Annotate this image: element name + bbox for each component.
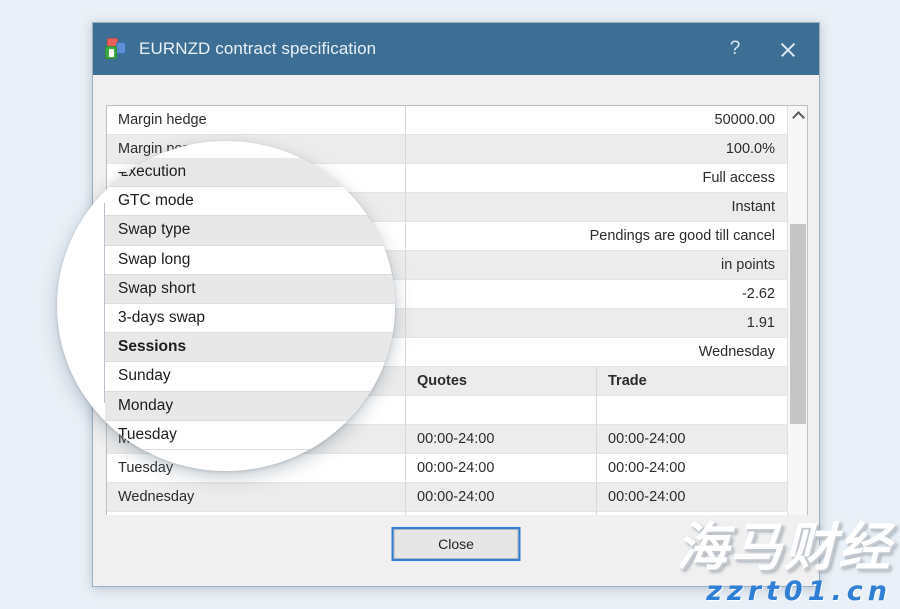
trade-col-header: Trade [608,373,647,389]
session-quotes: 00:00-24:00 [406,425,597,453]
scroll-up-icon[interactable] [788,106,807,126]
magnifier-lens-content: Execution GTC mode Swap type Swap long S… [57,141,395,471]
session-quotes: 00:00-24:00 [406,483,597,511]
session-quotes: 00:00-24:00 [406,454,597,482]
magnified-row: Swap short [105,274,395,304]
row-value: 1.91 [746,315,775,331]
row-value: Full access [702,170,775,186]
row-value: Instant [731,199,775,215]
magnified-row: Sessions [105,333,395,363]
vertical-scrollbar[interactable] [787,106,807,538]
close-button[interactable]: Close [391,527,521,561]
close-glyph [779,41,796,58]
table-row[interactable]: Wednesday 00:00-24:00 00:00-24:00 [107,483,787,512]
session-trade: 00:00-24:00 [608,489,686,505]
magnified-row: Execution [105,158,395,188]
session-trade: 00:00-24:00 [608,431,686,447]
session-day: Wednesday [107,483,406,511]
title-bar[interactable]: EURNZD contract specification ? [93,23,819,75]
row-value: -2.62 [741,286,775,302]
magnified-row: GTC mode [105,187,395,217]
session-trade: 00:00-24:00 [608,460,686,476]
close-icon[interactable] [761,23,813,75]
magnified-row: 3-days swap [105,303,395,334]
dialog-footer: Close [93,515,819,586]
magnified-rows: Execution GTC mode Swap type Swap long S… [105,158,395,450]
help-glyph: ? [729,38,741,59]
session-trade [597,396,787,424]
row-value: 50000.00 [714,112,775,128]
magnified-row: Swap type [105,216,395,246]
session-quotes [406,396,597,424]
magnifier-lens: Execution GTC mode Swap type Swap long S… [57,141,395,471]
row-value: Pendings are good till cancel [589,228,775,244]
row-value: 100.0% [725,141,775,157]
quotes-col-header: Quotes [406,367,597,395]
magnified-row: Tuesday [105,420,395,450]
help-icon[interactable]: ? [709,23,761,75]
row-value: Wednesday [698,344,775,360]
row-label: Margin hedge [107,106,406,134]
metatrader-symbol-icon [105,38,127,60]
scrollbar-thumb[interactable] [790,224,806,424]
magnified-row: Sunday [105,362,395,392]
magnified-row: Swap long [105,245,395,275]
row-value: in points [720,257,775,273]
window-title: EURNZD contract specification [139,39,377,58]
table-row[interactable]: Margin hedge 50000.00 [107,106,787,135]
magnified-row: Monday [105,391,395,421]
